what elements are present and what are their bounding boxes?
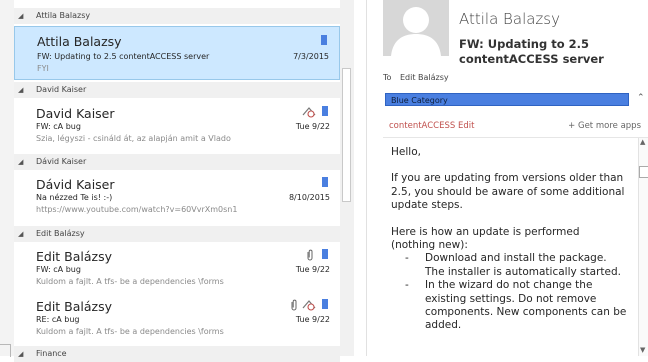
get-more-apps-link[interactable]: + Get more apps: [568, 121, 641, 131]
follow-up-icon[interactable]: [302, 106, 316, 118]
category-flag-icon[interactable]: [321, 35, 327, 45]
body-paragraph: Here is how an update is performed (noth…: [391, 225, 580, 252]
to-recipient[interactable]: Edit Balázsy: [400, 73, 449, 82]
collapse-triangle-icon[interactable]: ◢: [18, 346, 23, 362]
message-subject: FW: cA bug: [36, 265, 81, 274]
avatar: [383, 0, 449, 56]
message-subject: FW: Updating to 2.5 contentACCESS server: [37, 52, 210, 61]
message-preview: Kuldom a fajlt. A tfs- be a dependencies…: [36, 277, 224, 286]
collapse-triangle-icon[interactable]: ◢: [18, 8, 23, 24]
message-date: Tue 9/22: [295, 122, 330, 131]
message-date: Tue 9/22: [295, 265, 330, 274]
collapse-triangle-icon[interactable]: ◢: [18, 226, 23, 242]
category-flag-icon[interactable]: [322, 106, 328, 116]
category-flag-icon[interactable]: [322, 249, 328, 259]
divider: [383, 137, 648, 138]
body-scrollbar[interactable]: ▲ ▼: [638, 138, 648, 356]
scrollbar-thumb[interactable]: [342, 68, 351, 202]
reading-pane: Attila Balazsy FW: Updating to 2.5 conte…: [366, 0, 648, 356]
message-list: ◢ Attila Balazsy Attila Balazsy FW: Upda…: [14, 0, 340, 362]
message-date: Tue 9/22: [295, 315, 330, 324]
list-item: - Download and install the package. The i…: [405, 252, 621, 278]
list-item: - In the wizard do not change the existin…: [405, 279, 627, 332]
scroll-down-icon[interactable]: ▼: [640, 346, 645, 354]
group-label: Finance: [36, 349, 67, 358]
to-label: To: [383, 73, 392, 82]
message-item-1[interactable]: Attila Balazsy FW: Updating to 2.5 conte…: [14, 26, 340, 80]
group-label: Edit Balázsy: [36, 229, 85, 238]
person-placeholder-icon: [391, 7, 441, 56]
message-item-4[interactable]: Edit Balázsy FW: cA bug Kuldom a fajlt. …: [14, 244, 340, 292]
category-bar[interactable]: Blue Category: [385, 93, 629, 106]
message-preview: Szia, légyszi - csináld át, az alapján a…: [36, 134, 231, 143]
paperclip-icon: [291, 299, 297, 311]
collapse-caret-icon[interactable]: ⌃: [637, 93, 645, 103]
message-item-3[interactable]: Dávid Kaiser Na nézzed Te is! :-) https:…: [14, 172, 340, 222]
body-paragraph: If you are updating from versions older …: [391, 172, 625, 212]
message-item-5[interactable]: Edit Balázsy RE: cA bug Kuldom a fajlt. …: [14, 294, 340, 342]
category-flag-icon[interactable]: [322, 177, 328, 187]
message-sender: Attila Balazsy: [37, 34, 122, 49]
message-body: Hello, If you are updating from versions…: [391, 146, 627, 333]
message-date: 8/10/2015: [288, 193, 330, 202]
scrollbar-thumb[interactable]: [639, 166, 648, 178]
message-sender: David Kaiser: [36, 106, 115, 121]
message-subject: FW: cA bug: [36, 122, 81, 131]
message-item-2[interactable]: David Kaiser FW: cA bug Szia, légyszi - …: [14, 100, 340, 150]
group-header-edit[interactable]: ◢ Edit Balázsy: [14, 226, 340, 242]
group-label: Attila Balazsy: [36, 11, 91, 20]
follow-up-icon[interactable]: [302, 299, 316, 311]
recipient-line: To Edit Balázsy: [383, 73, 449, 82]
paperclip-icon: [307, 249, 313, 261]
group-header-david-accent[interactable]: ◢ Dávid Kaiser: [14, 154, 340, 170]
message-sender: Dávid Kaiser: [36, 177, 115, 192]
group-label: Dávid Kaiser: [36, 157, 87, 166]
group-header-finance[interactable]: ◢ Finance: [14, 346, 340, 362]
message-date: 7/3/2015: [293, 52, 329, 61]
folder-pane-border: [0, 344, 11, 357]
message-preview: FYI: [37, 64, 49, 73]
collapse-triangle-icon[interactable]: ◢: [18, 82, 23, 98]
scroll-up-icon[interactable]: ▲: [640, 138, 645, 146]
folder-pane-edge: [0, 0, 14, 357]
steps-list: - Download and install the package. The i…: [391, 252, 627, 332]
message-subject: RE: cA bug: [36, 315, 80, 324]
message-sender: Edit Balázsy: [36, 249, 113, 264]
message-list-scrollbar[interactable]: [340, 0, 354, 356]
reading-subject: FW: Updating to 2.5 contentACCESS server: [459, 37, 604, 66]
group-header-david[interactable]: ◢ David Kaiser: [14, 82, 340, 98]
category-flag-icon[interactable]: [322, 299, 328, 309]
message-subject: Na nézzed Te is! :-): [36, 193, 113, 202]
group-label: David Kaiser: [36, 85, 87, 94]
message-preview: https://www.youtube.com/watch?v=60VvrXm0…: [36, 205, 238, 214]
message-preview: Kuldom a fajlt. A tfs- be a dependencies…: [36, 327, 224, 336]
body-greeting: Hello,: [391, 146, 421, 158]
addin-tab-contentaccess-edit[interactable]: contentACCESS Edit: [389, 121, 474, 131]
collapse-triangle-icon[interactable]: ◢: [18, 154, 23, 170]
message-sender: Edit Balázsy: [36, 299, 113, 314]
group-header-attila[interactable]: ◢ Attila Balazsy: [14, 8, 340, 24]
reading-sender-name: Attila Balazsy: [459, 10, 560, 28]
